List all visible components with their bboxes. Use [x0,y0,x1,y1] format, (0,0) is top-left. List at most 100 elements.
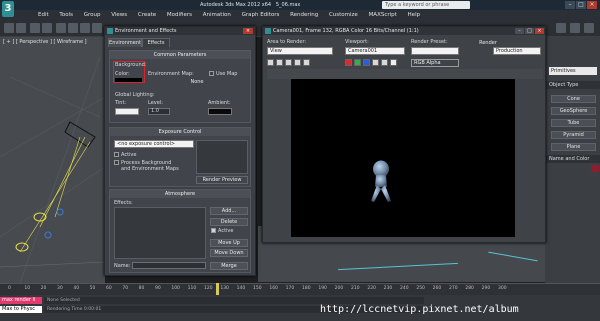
unlink-icon[interactable] [42,23,52,33]
render-setup-icon[interactable] [556,23,566,33]
save-image-icon[interactable] [267,59,274,66]
tint-color-swatch[interactable] [115,108,139,115]
add-effect-button[interactable]: Add... [210,207,248,215]
primitives-dropdown[interactable]: Primitives [549,67,597,75]
redo-icon[interactable] [16,23,26,33]
menu-views[interactable]: Views [111,10,127,20]
atmosphere-header[interactable]: Atmosphere [110,190,250,198]
menu-help[interactable]: Help [408,10,421,20]
timeline-tick-label: 50 [89,286,96,291]
render-preset-dropdown[interactable] [411,47,459,55]
exposure-control-dropdown[interactable]: <no exposure control> [114,140,194,148]
pyramid-button[interactable]: Pyramid [551,131,596,139]
menu-rendering[interactable]: Rendering [290,10,318,20]
maximize-button[interactable]: □ [576,1,586,9]
area-to-render-dropdown[interactable]: View [267,47,333,55]
timeline-tick-label: 150 [253,286,262,291]
render-close-button[interactable]: × [535,28,544,34]
plane-button[interactable]: Plane [551,143,596,151]
common-parameters-header[interactable]: Common Parameters [110,51,250,59]
close-button[interactable]: × [587,1,597,9]
delete-effect-button[interactable]: Delete [210,218,248,226]
menu-tools[interactable]: Tools [59,10,73,20]
render-preview-button[interactable]: Render Preview [196,176,248,184]
search-input[interactable]: Type a keyword or phrase [382,1,470,9]
tab-environment[interactable]: Environment [108,38,142,47]
production-dropdown[interactable]: Production [493,47,541,55]
select-icon[interactable] [56,23,66,33]
perspective-viewport[interactable]: [ + ] [ Perspective ] [ Wireframe ] [0,37,105,283]
effect-name-field[interactable] [132,262,206,269]
green-channel-icon[interactable] [354,59,361,66]
undo-icon[interactable] [4,23,14,33]
menu-customize[interactable]: Customize [329,10,358,20]
render-minimize-button[interactable]: – [515,28,524,34]
bg-color-swatch[interactable] [390,59,397,66]
render-button[interactable]: Render [471,39,505,47]
clear-icon[interactable] [303,59,310,66]
link-icon[interactable] [30,23,40,33]
maxscript-listener-top[interactable]: max render li [0,297,42,304]
level-label: Level: [148,100,163,106]
copy-image-icon[interactable] [276,59,283,66]
effects-label: Effects: [114,200,133,206]
render-maximize-button[interactable]: □ [525,28,534,34]
cone-button[interactable]: Cone [551,95,596,103]
clone-window-icon[interactable] [285,59,292,66]
render-window-titlebar[interactable]: Camera001, Frame 132, RGBA Color 16 Bits… [263,27,545,35]
menu-edit[interactable]: Edit [38,10,49,20]
menu-create[interactable]: Create [138,10,156,20]
move-icon[interactable] [68,23,78,33]
exposure-control-header[interactable]: Exposure Control [110,128,250,136]
scale-icon[interactable] [92,23,102,33]
atmosphere-rollout: Atmosphere Effects: Add... Delete Active… [109,189,251,273]
move-down-button[interactable]: Move Down [210,249,248,257]
object-color-swatch[interactable] [591,165,599,172]
timeline-tick-label: 100 [171,286,180,291]
object-type-header[interactable]: Object Type [545,81,600,89]
render-icon[interactable] [584,23,594,33]
viewport-dropdown[interactable]: Camera001 [345,47,405,55]
alpha-channel-icon[interactable] [372,59,379,66]
app-icon [107,28,113,34]
process-background-checkbox[interactable] [114,160,119,165]
exposure-active-checkbox[interactable] [114,152,119,157]
red-channel-icon[interactable] [345,59,352,66]
menu-animation[interactable]: Animation [203,10,231,20]
atmosphere-active-checkbox[interactable] [211,228,216,233]
env-dialog-titlebar[interactable]: Environment and Effects [105,27,255,35]
timeline[interactable]: 0 10 20 30 40 50 60 70 80 90 100 110 120 130 140 150 160… [0,283,600,295]
channel-display-dropdown[interactable]: RGB Alpha [411,59,459,67]
render-preset-label: Render Preset: [411,39,448,45]
tab-effects[interactable]: Effects [142,38,170,47]
menu-maxscript[interactable]: MAXScript [369,10,397,20]
name-color-header[interactable]: Name and Color [545,155,600,163]
timeline-tick-label: 20 [40,286,47,291]
level-spinner[interactable]: 1.0 [148,108,170,115]
use-map-checkbox[interactable] [209,71,214,76]
rotate-icon[interactable] [80,23,90,33]
menu-modifiers[interactable]: Modifiers [167,10,192,20]
maxscript-listener-bottom[interactable]: Max to Physc [0,306,42,313]
blue-channel-icon[interactable] [363,59,370,66]
merge-button[interactable]: Merge [210,262,248,270]
render-frame-icon[interactable] [570,23,580,33]
tint-label: Tint: [115,100,127,106]
timeline-tick-label: 130 [220,286,229,291]
geosphere-button[interactable]: GeoSphere [551,107,596,115]
env-close-button[interactable]: × [243,28,253,34]
time-slider-marker[interactable] [216,283,219,295]
menu-group[interactable]: Group [84,10,101,20]
render-window-bar [267,69,543,79]
monochrome-icon[interactable] [381,59,388,66]
background-color-swatch[interactable] [115,78,142,82]
env-map-button[interactable]: None [148,78,246,86]
menu-graph-editors[interactable]: Graph Editors [242,10,280,20]
minimize-button[interactable]: – [565,1,575,9]
effects-list[interactable] [114,207,206,259]
app-logo-icon[interactable]: 3 [2,1,14,17]
move-up-button[interactable]: Move Up [210,239,248,247]
tube-button[interactable]: Tube [551,119,596,127]
ambient-color-swatch[interactable] [208,108,232,115]
print-icon[interactable] [294,59,301,66]
